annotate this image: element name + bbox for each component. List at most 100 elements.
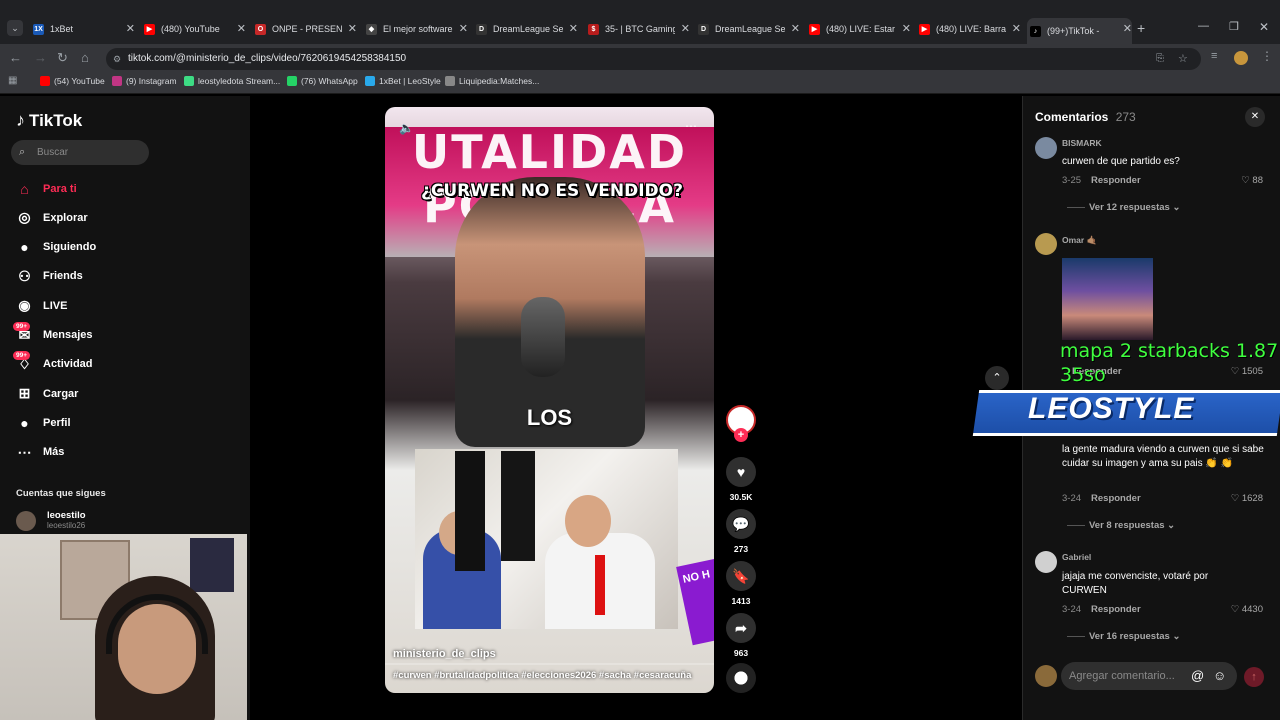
comment-username[interactable]: Gabriel [1062, 552, 1091, 562]
comment-like[interactable]: ♡ 88 [1223, 175, 1263, 186]
volume-icon[interactable]: 🔈 [399, 121, 414, 135]
follow-plus-icon[interactable]: + [734, 428, 748, 442]
sidebar-item-actividad[interactable]: ♢ 99+ Actividad [13, 350, 93, 373]
browser-tab[interactable]: ▶ (480) LIVE: Estar B ✕ [806, 18, 911, 40]
bookmark-item[interactable]: leostyledota Stream... [184, 76, 280, 86]
browser-menu-icon[interactable]: ⋮ [1261, 49, 1273, 63]
bookmark-item[interactable]: Liquipedia:Matches... [445, 76, 539, 86]
comment-avatar[interactable] [1035, 551, 1057, 573]
bookmarks-bar: ▦ (54) YouTube (9) Instagram leostyledota … [0, 72, 1280, 94]
back-button[interactable]: ← [9, 50, 22, 65]
browser-tab[interactable]: 1X 1xBet ✕ [30, 18, 135, 40]
close-window-button[interactable]: ✕ [1259, 20, 1269, 34]
comment-like-count: 1628 [1241, 493, 1263, 504]
sidebar-item-label: Actividad [43, 358, 93, 371]
sidebar-item-explorar[interactable]: ◎ Explorar [16, 209, 87, 226]
tiktok-logo[interactable]: ♪ TikTok [16, 110, 82, 131]
browser-tab[interactable]: ▶ (480) YouTube ✕ [141, 18, 246, 40]
bookmark-star-icon[interactable]: ☆ [1178, 48, 1188, 70]
browser-tab[interactable]: ◆ El mejor software ✕ [363, 18, 468, 40]
tab-search-icon[interactable]: ⌄ [7, 20, 23, 36]
view-replies-label: Ver 8 respuestas [1089, 520, 1165, 531]
tab-close-icon[interactable]: ✕ [569, 22, 578, 35]
bookmark-item[interactable]: (9) Instagram [112, 76, 177, 86]
tab-close-icon[interactable]: ✕ [1123, 22, 1132, 35]
tab-close-icon[interactable]: ✕ [791, 22, 800, 35]
view-replies-button[interactable]: Ver 12 respuestas ⌄ [1067, 202, 1180, 213]
tab-close-icon[interactable]: ✕ [1012, 22, 1021, 35]
share-button[interactable]: ➦ 963 [725, 613, 757, 658]
video-author[interactable]: ministerio_de_clips [393, 648, 496, 660]
sidebar-item-perfil[interactable]: ● Perfil [16, 414, 70, 431]
tab-close-icon[interactable]: ✕ [681, 22, 690, 35]
reply-button[interactable]: Responder [1091, 493, 1141, 504]
browser-tab[interactable]: O ONPE - PRESENTA ✕ [252, 18, 357, 40]
video-progress-bar[interactable] [385, 663, 714, 665]
creator-avatar[interactable]: + [725, 405, 757, 442]
video-side-sign: NO H [676, 558, 714, 646]
like-button[interactable]: ♥ 30.5K [725, 457, 757, 502]
reply-button[interactable]: Responder [1091, 604, 1141, 615]
browser-tab[interactable]: D DreamLeague Se ✕ [473, 18, 578, 40]
view-replies-button[interactable]: Ver 8 respuestas ⌄ [1067, 520, 1175, 531]
tab-close-icon[interactable]: ✕ [459, 22, 468, 35]
sidebar-item-siguiendo[interactable]: ● Siguiendo [16, 239, 96, 256]
tab-title: 35- | BTC Gaming [605, 24, 675, 34]
bookmark-icon: 🔖 [726, 561, 756, 591]
comment-input[interactable]: Agregar comentario... @ ☺ [1061, 662, 1237, 690]
view-replies-button[interactable]: Ver 16 respuestas ⌄ [1067, 631, 1180, 642]
home-button[interactable]: ⌂ [81, 50, 89, 65]
sidebar-item-para-ti[interactable]: ⌂ Para ti [16, 180, 77, 197]
comment-avatar[interactable] [1035, 233, 1057, 255]
comment-like[interactable]: ♡ 4430 [1223, 604, 1263, 615]
comment-like[interactable]: ♡ 1628 [1223, 493, 1263, 504]
sidebar-item-cargar[interactable]: ⊞ Cargar [16, 385, 79, 402]
browser-tab[interactable]: ♪ (99+)TikTok - ✕ [1027, 18, 1132, 44]
emoji-icon[interactable]: ☺ [1213, 662, 1226, 690]
sidebar-item-más[interactable]: ⋯ Más [16, 444, 65, 461]
site-info-icon[interactable]: ⚙ [113, 48, 121, 70]
apps-grid-icon[interactable]: ▦ [8, 75, 17, 86]
search-input[interactable]: ⌕ Buscar [11, 140, 149, 165]
video-more-icon[interactable]: ⋯ [685, 119, 697, 133]
new-tab-button[interactable]: + [1137, 20, 1145, 36]
comment-avatar[interactable] [1035, 137, 1057, 159]
browser-tab[interactable]: ▶ (480) LIVE: Barran ✕ [916, 18, 1021, 40]
sidebar-item-mensajes[interactable]: ✉ 99+ Mensajes [13, 321, 93, 344]
music-disc[interactable] [725, 663, 757, 693]
tab-close-icon[interactable]: ✕ [902, 22, 911, 35]
comment-username[interactable]: BISMARK [1062, 138, 1102, 148]
scroll-up-icon[interactable]: ⌃ [985, 366, 1009, 390]
save-button[interactable]: 🔖 1413 [725, 561, 757, 606]
sidebar-item-label: Para ti [43, 182, 77, 195]
url-bar[interactable]: ⚙ tiktok.com/@ministerio_de_clips/video/… [106, 48, 1201, 70]
comment-username[interactable]: Omar 🤙🏽 [1062, 235, 1097, 246]
tab-favicon-icon: O [255, 23, 266, 35]
browser-tab[interactable]: D DreamLeague Se ✕ [695, 18, 800, 40]
sidebar-item-live[interactable]: ◉ LIVE [16, 297, 67, 314]
sidebar-item-friends[interactable]: ⚇ Friends [16, 268, 83, 285]
bookmark-item[interactable]: (76) WhatsApp [287, 76, 358, 86]
send-comment-button[interactable]: ↑ [1244, 667, 1264, 687]
reload-button[interactable]: ↻ [57, 50, 68, 66]
tab-title: DreamLeague Se [493, 24, 563, 34]
close-comments-icon[interactable]: ✕ [1245, 107, 1265, 127]
tab-close-icon[interactable]: ✕ [126, 22, 135, 35]
minimize-button[interactable]: — [1198, 20, 1209, 32]
profile-avatar[interactable] [1234, 51, 1248, 65]
forward-button[interactable]: → [34, 50, 47, 65]
reply-button[interactable]: Responder [1091, 175, 1141, 186]
bookmark-item[interactable]: 1xBet | LeoStyle [365, 76, 441, 86]
comment-button[interactable]: 💬 273 [725, 509, 757, 554]
maximize-button[interactable]: ❐ [1229, 20, 1239, 33]
video-player[interactable]: UTALIDAD POLITICA ¿CURWEN NO ES VENDIDO?… [385, 107, 714, 693]
mention-icon[interactable]: @ [1191, 662, 1204, 690]
bookmark-item[interactable]: (54) YouTube [40, 76, 105, 86]
install-app-icon[interactable]: ⎘ [1156, 48, 1164, 70]
browser-tab[interactable]: $35- | BTC Gaming ✕ [585, 18, 690, 40]
profile-icon: ● [20, 414, 29, 431]
media-control-icon[interactable]: ≡ [1211, 50, 1217, 62]
tab-close-icon[interactable]: ✕ [348, 22, 357, 35]
tab-close-icon[interactable]: ✕ [237, 22, 246, 35]
video-hashtags[interactable]: #curwen #brutalidadpolitica #elecciones2… [393, 670, 691, 681]
